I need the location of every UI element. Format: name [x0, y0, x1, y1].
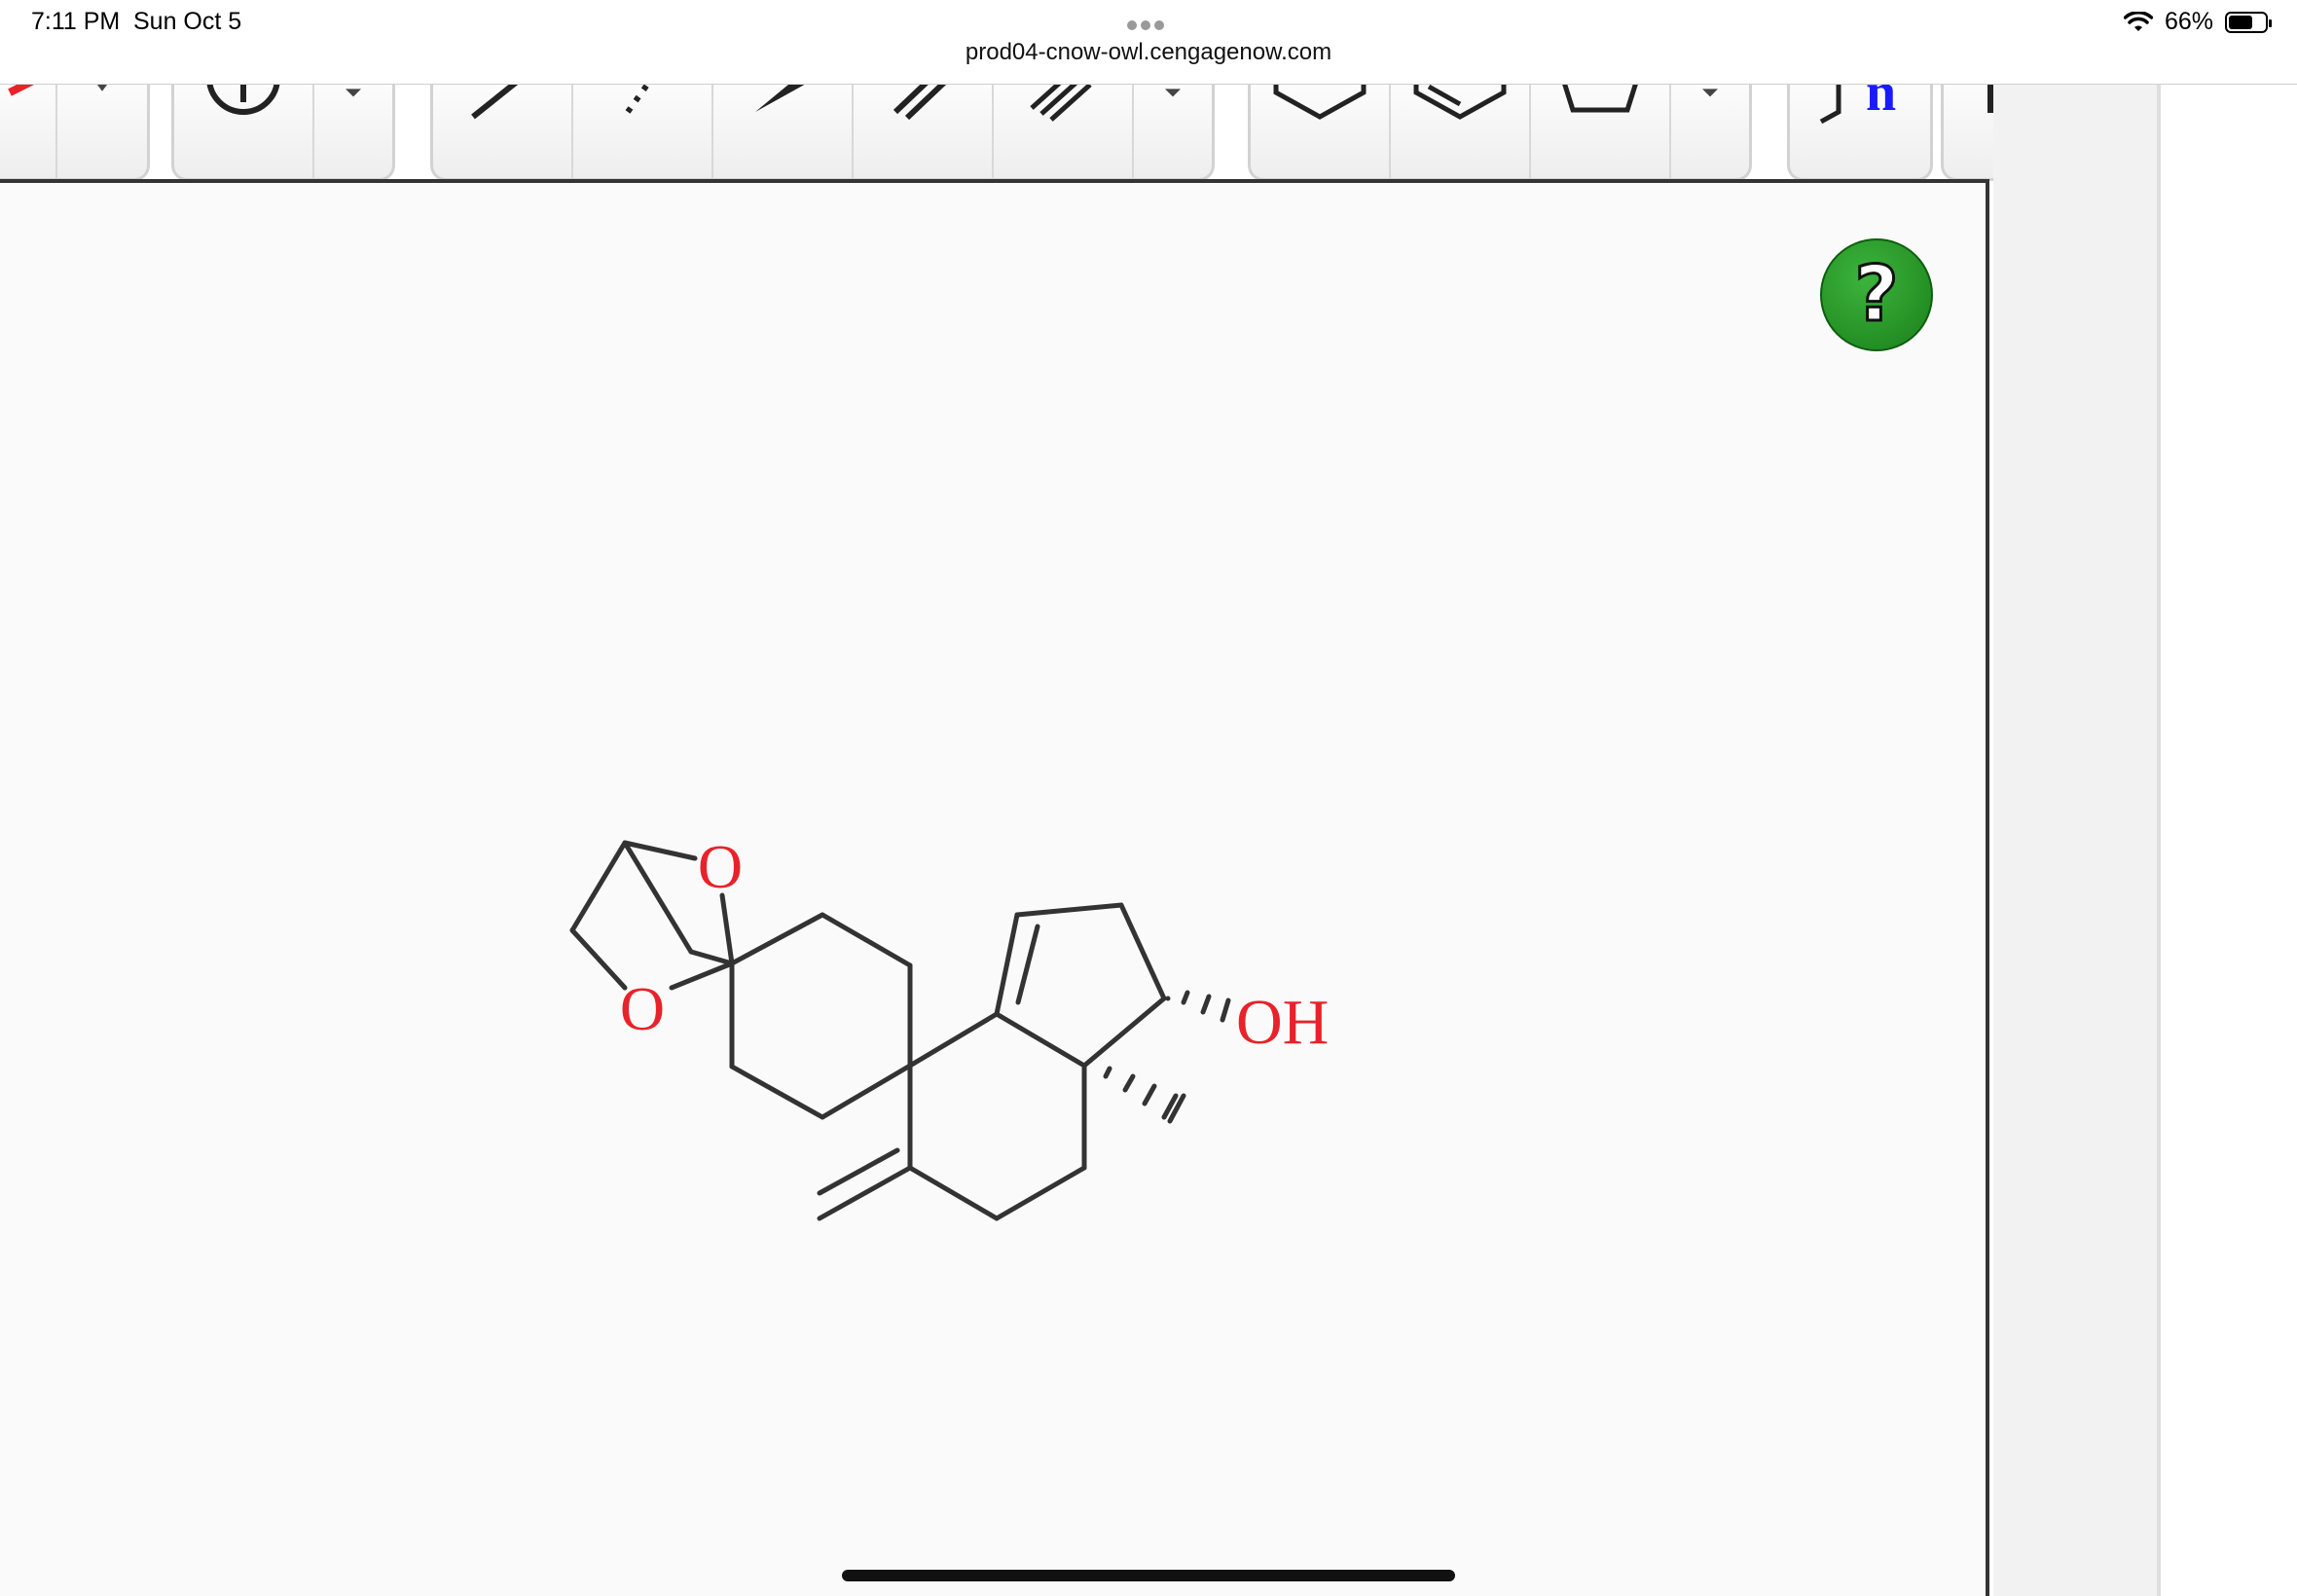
- cyclohexane-icon: [1273, 72, 1367, 120]
- drawing-canvas[interactable]: [0, 179, 1989, 1596]
- dropdown-icon: [1165, 88, 1181, 96]
- help-question-icon: ?: [1853, 250, 1900, 341]
- triple-bond-icon: [1030, 72, 1092, 122]
- dropdown-icon: [1702, 88, 1718, 96]
- status-time: 7:11 PM: [31, 8, 121, 35]
- charge-icon: [206, 72, 280, 115]
- help-button[interactable]: ?: [1820, 238, 1933, 351]
- home-indicator[interactable]: [842, 1570, 1455, 1581]
- status-indicators: 66%: [2123, 8, 2272, 36]
- multitasking-dots-icon[interactable]: [1127, 18, 1172, 30]
- status-bar: 7:11 PM Sun Oct 5 prod04-cnow-owl.cengag…: [0, 0, 2297, 85]
- double-bond-icon: [893, 72, 949, 120]
- side-divider: [2157, 84, 2161, 1596]
- dashed-bond-icon: [625, 75, 655, 114]
- eraser-icon: [8, 73, 39, 96]
- battery-icon: [2225, 11, 2272, 33]
- dropdown-icon: [346, 88, 361, 96]
- wedge-bond-icon: [755, 74, 808, 112]
- battery-percent: 66%: [2164, 8, 2213, 35]
- battery-level: [2229, 15, 2252, 29]
- side-panel: [1993, 84, 2159, 1596]
- dropdown-icon: [96, 83, 108, 91]
- status-date: Sun Oct 5: [133, 8, 242, 35]
- single-bond-icon: [471, 75, 524, 119]
- drawing-toolbar: n: [0, 64, 2122, 181]
- url-label[interactable]: prod04-cnow-owl.cengagenow.com: [0, 39, 2297, 66]
- wifi-icon: [2123, 11, 2153, 31]
- cyclopentane-icon: [1558, 72, 1642, 112]
- benzene-icon: [1413, 72, 1507, 120]
- repeat-unit-icon: n: [1819, 73, 1896, 124]
